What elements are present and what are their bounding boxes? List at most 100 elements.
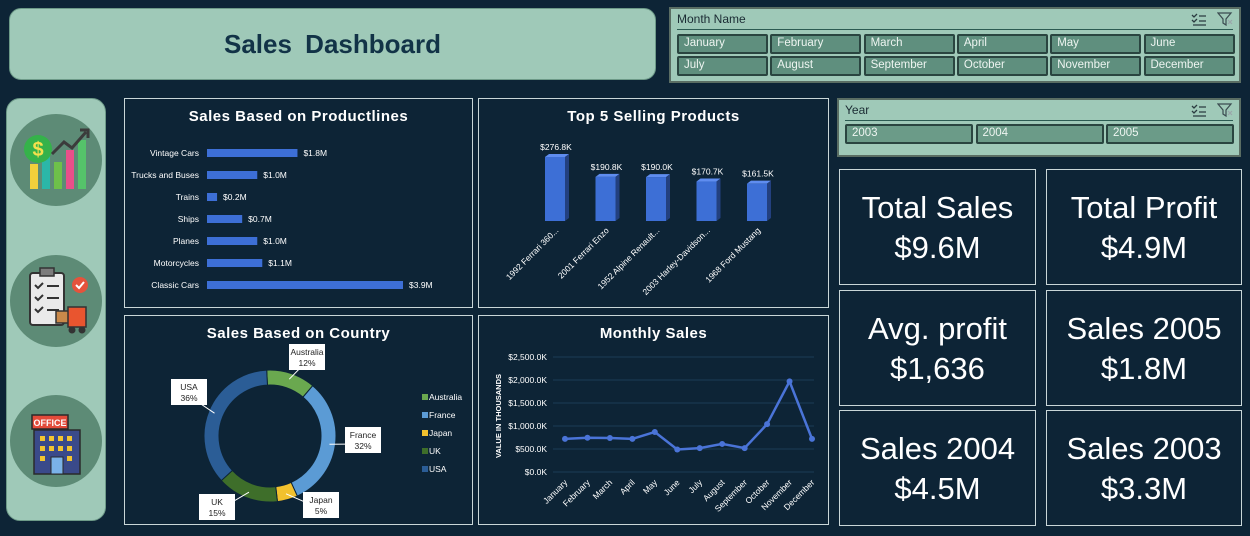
legend-swatch bbox=[422, 466, 428, 472]
kpi-value: $4.9M bbox=[1100, 230, 1188, 265]
month-option-august[interactable]: August bbox=[770, 56, 862, 76]
kpi-label: Avg. profit bbox=[867, 311, 1007, 346]
data-label: $190.0K bbox=[641, 162, 673, 172]
y-tick: $2,500.0K bbox=[508, 352, 547, 362]
data-label: $3.9M bbox=[409, 280, 433, 290]
legend-label: Japan bbox=[429, 428, 452, 438]
data-point bbox=[562, 435, 568, 442]
category-label: Vintage Cars bbox=[150, 148, 199, 158]
month-slicer-label: Month Name bbox=[677, 12, 746, 26]
data-point bbox=[629, 435, 636, 442]
month-option-december[interactable]: December bbox=[1143, 56, 1235, 76]
multi-select-icon[interactable] bbox=[1191, 13, 1207, 26]
data-label: $1.0M bbox=[263, 170, 287, 180]
bar-side bbox=[666, 174, 670, 221]
data-point bbox=[741, 445, 748, 452]
month-option-october[interactable]: October bbox=[956, 56, 1048, 76]
data-label: $1.0M bbox=[263, 236, 287, 246]
bar bbox=[595, 176, 616, 221]
multi-select-icon[interactable] bbox=[1191, 104, 1207, 117]
svg-text:OFFICE: OFFICE bbox=[34, 418, 67, 428]
bar bbox=[207, 171, 258, 179]
data-label: $1.1M bbox=[268, 258, 292, 268]
bar-top bbox=[646, 174, 670, 178]
sidebar: $ OFFICE bbox=[6, 98, 106, 521]
kpi-sales-2003: Sales 2003 $3.3M bbox=[1046, 410, 1242, 526]
data-label: $0.2M bbox=[223, 192, 247, 202]
callout-percent: 15% bbox=[208, 508, 225, 518]
data-point bbox=[651, 428, 658, 435]
month-option-june[interactable]: June bbox=[1143, 34, 1235, 54]
y-tick: $1,000.0K bbox=[508, 421, 547, 431]
kpi-label: Total Sales bbox=[861, 190, 1014, 225]
month-slicer[interactable]: Month Name January February March April May J… bbox=[669, 7, 1241, 83]
data-point bbox=[674, 446, 681, 453]
kpi-sales-2004: Sales 2004 $4.5M bbox=[839, 410, 1036, 526]
data-point bbox=[764, 421, 771, 428]
category-label: Trains bbox=[176, 192, 199, 202]
bar bbox=[545, 157, 565, 221]
legend-swatch bbox=[422, 430, 428, 436]
clear-filter-icon[interactable] bbox=[1217, 103, 1233, 117]
country-panel: Sales Based on Country Australia 12% Franc… bbox=[124, 315, 473, 525]
y-tick: $2,000.0K bbox=[508, 375, 547, 385]
bar bbox=[696, 181, 717, 221]
logistics-checklist-icon[interactable] bbox=[10, 255, 102, 347]
legend-swatch bbox=[422, 412, 428, 418]
page-title: Sales Dashboard bbox=[224, 28, 441, 59]
clear-filter-icon[interactable] bbox=[1217, 12, 1233, 26]
productlines-panel: Sales Based on Productlines Vintage Cars… bbox=[124, 98, 473, 308]
bar-top bbox=[595, 173, 620, 177]
legend-label: Australia bbox=[429, 392, 462, 402]
callout-category: UK bbox=[211, 497, 223, 507]
month-option-november[interactable]: November bbox=[1050, 56, 1142, 76]
callout-category: France bbox=[350, 430, 377, 440]
legend-label: USA bbox=[429, 464, 447, 474]
year-option-2004[interactable]: 2004 bbox=[975, 124, 1104, 144]
data-label: $190.8K bbox=[591, 162, 623, 172]
month-option-april[interactable]: April bbox=[956, 34, 1048, 54]
monthly-chart: $0.0K $500.0K $1,000.0K $1,500.0K $2,000.0K $… bbox=[494, 352, 817, 514]
data-point bbox=[584, 434, 591, 441]
month-option-july[interactable]: July bbox=[677, 56, 768, 76]
sales-growth-icon[interactable]: $ bbox=[10, 114, 102, 206]
kpi-label: Sales 2003 bbox=[1066, 431, 1222, 466]
data-point bbox=[786, 378, 793, 385]
slice bbox=[203, 369, 268, 482]
y-tick: $0.0K bbox=[525, 467, 548, 477]
year-slicer[interactable]: Year 2003 2004 2005 bbox=[837, 98, 1241, 157]
kpi-avg-profit: Avg. profit $1,636 bbox=[839, 290, 1036, 406]
data-label: $276.8K bbox=[540, 142, 572, 152]
callout-category: Australia bbox=[290, 347, 323, 357]
data-point bbox=[719, 440, 726, 447]
country-chart: Australia12%France32%Japan5%UK15%USA36% A… bbox=[171, 344, 462, 520]
year-option-2003[interactable]: 2003 bbox=[845, 124, 973, 144]
monthly-panel: Monthly Sales $0.0K $500.0K $1,000.0K $1,50… bbox=[478, 315, 829, 525]
x-tick: March bbox=[591, 477, 615, 501]
office-building-icon[interactable]: OFFICE bbox=[10, 395, 102, 487]
data-point bbox=[696, 445, 703, 452]
month-option-september[interactable]: September bbox=[863, 56, 955, 76]
month-option-january[interactable]: January bbox=[677, 34, 768, 54]
kpi-value: $9.6M bbox=[894, 230, 981, 265]
data-label: $170.7K bbox=[692, 167, 724, 177]
bar bbox=[207, 259, 263, 267]
category-label: 1968 Ford Mustang bbox=[703, 225, 762, 284]
year-option-2005[interactable]: 2005 bbox=[1106, 124, 1234, 144]
month-option-may[interactable]: May bbox=[1050, 34, 1142, 54]
y-tick: $500.0K bbox=[515, 444, 547, 454]
callout-percent: 36% bbox=[180, 393, 197, 403]
callout-category: USA bbox=[180, 382, 198, 392]
month-option-february[interactable]: February bbox=[770, 34, 862, 54]
x-tick: July bbox=[686, 477, 704, 495]
callout-percent: 32% bbox=[354, 441, 371, 451]
slice bbox=[290, 384, 337, 497]
legend-label: UK bbox=[429, 446, 441, 456]
legend-swatch bbox=[422, 448, 428, 454]
kpi-label: Sales 2004 bbox=[859, 431, 1016, 466]
kpi-value: $3.3M bbox=[1100, 471, 1188, 506]
callout-percent: 5% bbox=[315, 506, 328, 516]
bar-top bbox=[696, 178, 721, 182]
month-option-march[interactable]: March bbox=[863, 34, 955, 54]
kpi-label: Total Profit bbox=[1070, 190, 1218, 225]
